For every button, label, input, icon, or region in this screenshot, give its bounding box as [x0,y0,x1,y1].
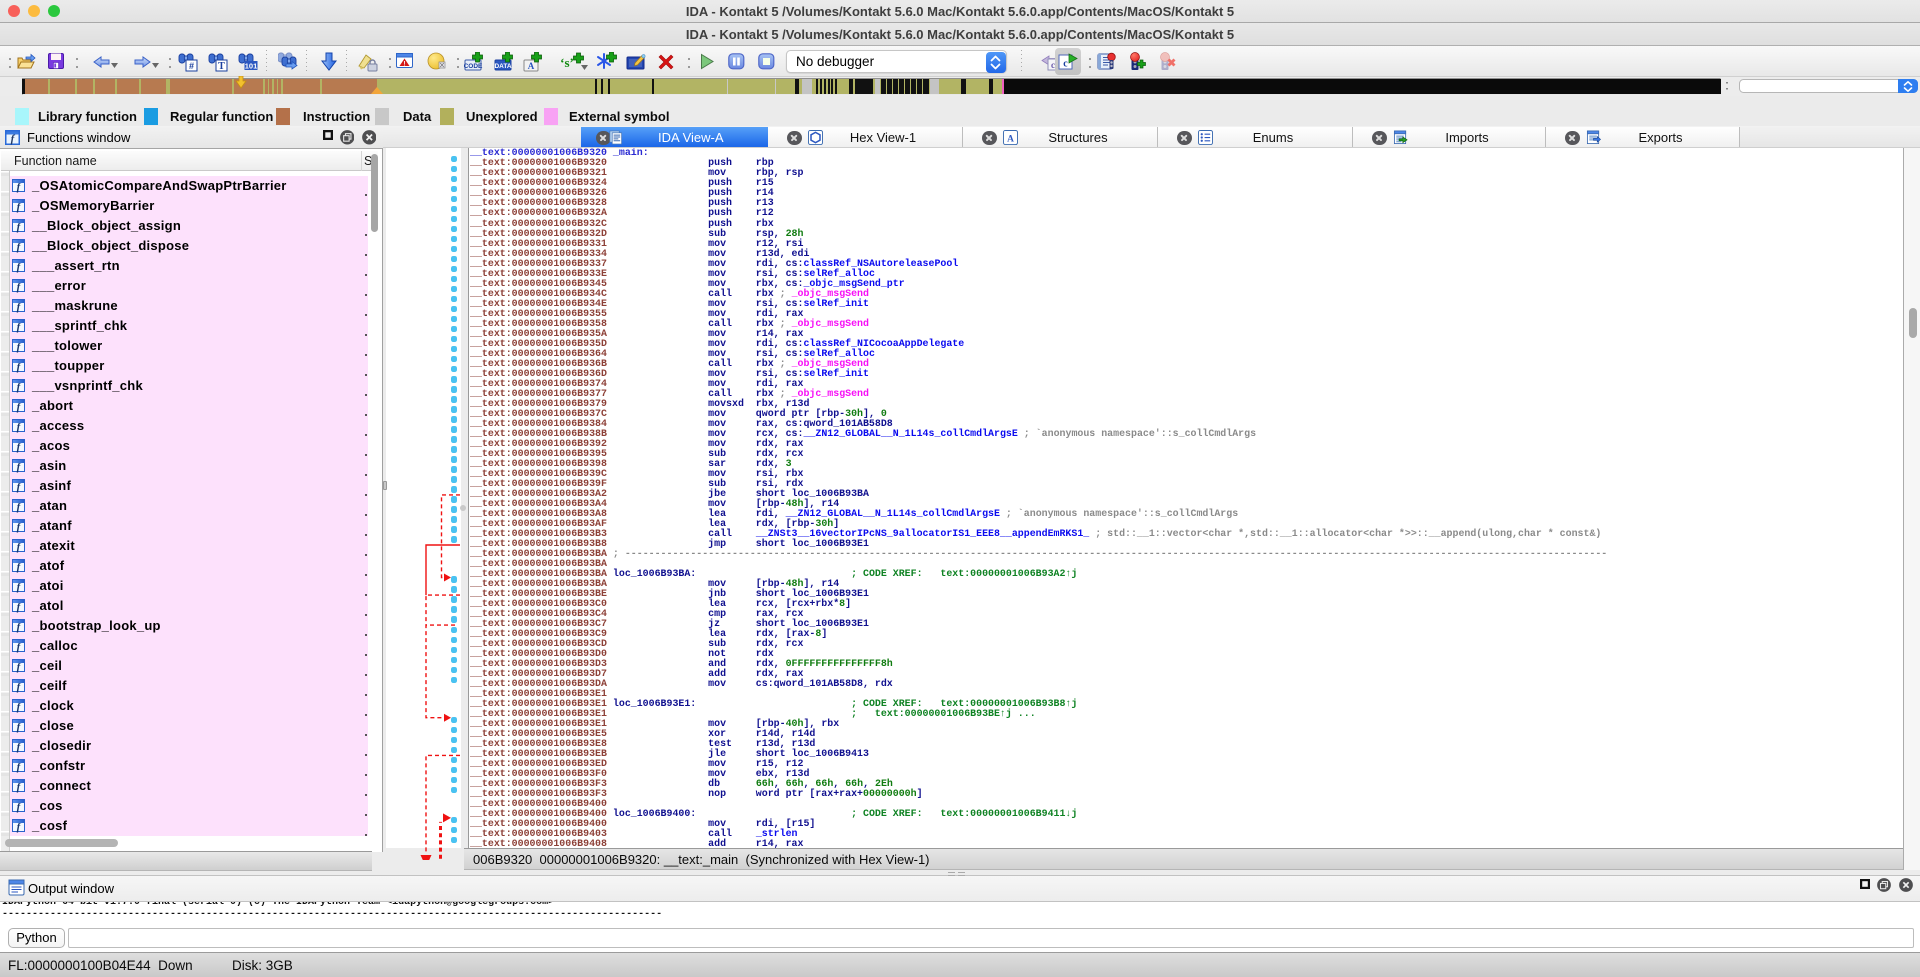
svg-text:‘s’: ‘s’ [560,55,574,70]
svg-text:!: ! [403,60,405,67]
svg-text:101: 101 [245,62,258,71]
svg-text:#: # [189,61,194,71]
svg-text:DATA: DATA [494,63,511,70]
svg-text:A: A [528,61,535,71]
svg-text:CODE: CODE [464,63,483,70]
svg-text:c: c [1063,59,1068,70]
svg-text:T: T [218,61,225,72]
